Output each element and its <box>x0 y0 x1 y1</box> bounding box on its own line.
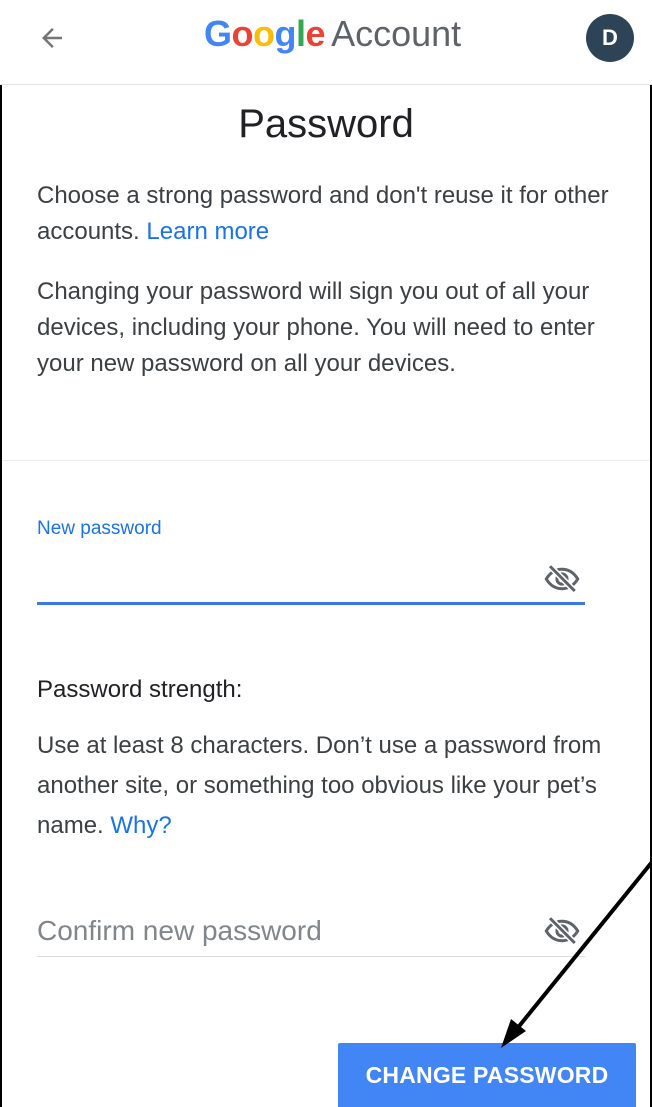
brand-letter: l <box>296 13 306 54</box>
intro-paragraph: Choose a strong password and don't reuse… <box>37 178 617 250</box>
new-password-input[interactable] <box>37 560 527 598</box>
brand-letter: o <box>231 13 254 54</box>
confirm-password-underline <box>37 956 585 957</box>
google-account-logo: Google Account <box>204 12 461 56</box>
toggle-confirm-password-visibility[interactable] <box>540 909 584 953</box>
confirm-password-input[interactable] <box>37 910 527 952</box>
learn-more-link[interactable]: Learn more <box>146 218 269 245</box>
new-password-label: New password <box>37 518 162 539</box>
brand-letter: e <box>305 13 326 54</box>
section-divider <box>2 460 650 461</box>
avatar[interactable]: D <box>586 14 634 62</box>
page-title: Password <box>238 102 414 146</box>
eye-off-icon <box>544 916 580 946</box>
toggle-new-password-visibility[interactable] <box>540 557 584 601</box>
why-link[interactable]: Why? <box>110 812 171 839</box>
brand-letter: G <box>204 13 232 54</box>
brand-suffix: Account <box>331 13 462 54</box>
brand-letter: g <box>274 13 297 54</box>
google-wordmark: Google <box>204 13 326 54</box>
intro-text: Choose a strong password and don't reuse… <box>37 182 609 245</box>
eye-off-icon <box>544 564 580 594</box>
password-strength-label: Password strength: <box>37 676 243 703</box>
sign-out-warning: Changing your password will sign you out… <box>37 278 595 377</box>
new-password-underline <box>37 602 585 605</box>
brand-letter: o <box>253 13 275 54</box>
back-button[interactable] <box>28 14 76 62</box>
password-strength-hint: Use at least 8 characters. Don’t use a p… <box>37 726 617 846</box>
arrow-left-icon <box>42 28 62 48</box>
app-header: Google Account D <box>0 0 652 85</box>
change-password-button[interactable]: CHANGE PASSWORD <box>338 1043 636 1107</box>
